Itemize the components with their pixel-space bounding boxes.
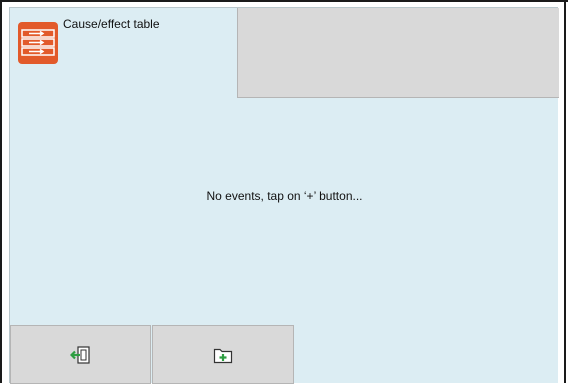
exit-icon (69, 345, 90, 364)
page-title: Cause/effect table (63, 17, 160, 31)
exit-button[interactable] (10, 325, 151, 384)
add-button[interactable] (152, 325, 294, 384)
add-folder-icon (213, 348, 233, 363)
frame-left-border (0, 0, 2, 383)
empty-state-message: No events, tap on ‘+’ button... (206, 189, 363, 203)
cause-effect-table-icon (18, 22, 58, 64)
header-tile[interactable]: Cause/effect table (10, 8, 237, 98)
frame-top-border (0, 0, 568, 2)
screen-frame: Cause/effect table No events, tap on ‘+’… (0, 0, 568, 384)
main-panel: Cause/effect table No events, tap on ‘+’… (9, 7, 559, 384)
header-empty-area (237, 8, 559, 98)
frame-right-border (564, 0, 566, 383)
